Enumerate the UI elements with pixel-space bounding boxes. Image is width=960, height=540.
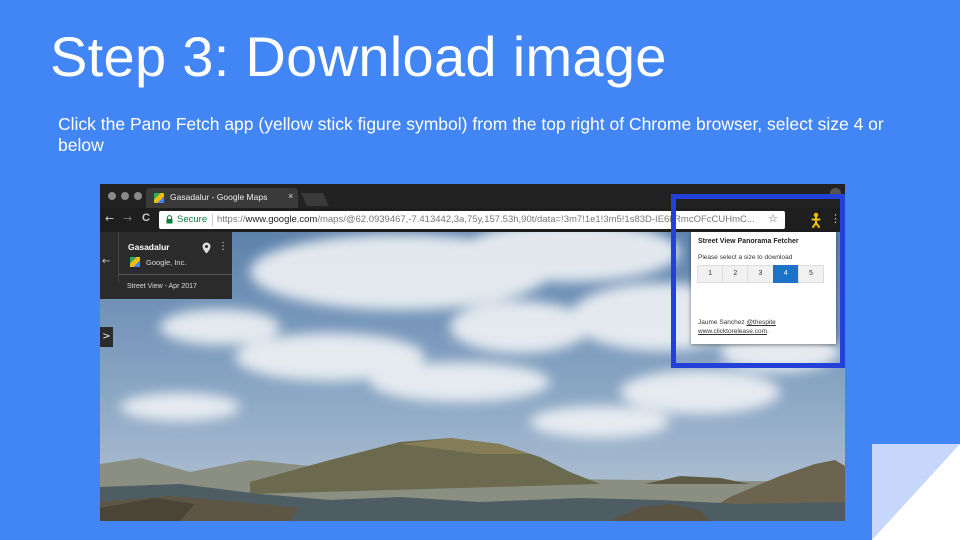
window-close-dot[interactable] bbox=[108, 192, 116, 200]
place-name: Gasadalur bbox=[128, 242, 170, 252]
window-zoom-dot[interactable] bbox=[134, 192, 142, 200]
secure-label: Secure bbox=[177, 214, 208, 225]
extension-highlight-box bbox=[671, 194, 845, 368]
slide-instruction: Click the Pano Fetch app (yellow stick f… bbox=[58, 114, 884, 155]
browser-tab[interactable]: Gasadalur - Google Maps × bbox=[146, 188, 298, 208]
window-minimize-dot[interactable] bbox=[121, 192, 129, 200]
google-maps-favicon-icon bbox=[154, 193, 164, 203]
map-pin-icon[interactable] bbox=[202, 242, 211, 254]
reload-button[interactable]: C bbox=[142, 212, 150, 224]
imagery-provider: Google, Inc. bbox=[146, 258, 187, 267]
back-to-map-button[interactable]: ← bbox=[102, 256, 110, 267]
street-view-date: Street View - Apr 2017 bbox=[127, 283, 197, 290]
back-button[interactable]: ← bbox=[105, 212, 114, 225]
forward-button[interactable]: → bbox=[123, 212, 132, 225]
lock-icon bbox=[166, 215, 173, 224]
google-maps-logo bbox=[130, 257, 140, 267]
slide-title: Step 3: Download image bbox=[50, 25, 667, 88]
page-corner-decoration bbox=[864, 444, 960, 540]
tab-close-button[interactable]: × bbox=[288, 191, 293, 201]
omnibox-separator bbox=[212, 214, 213, 226]
maps-place-card: ← Gasadalur Google, Inc. ⋮ Street View -… bbox=[100, 232, 232, 299]
card-menu-button[interactable]: ⋮ bbox=[218, 241, 228, 252]
expand-panel-button[interactable]: > bbox=[100, 327, 113, 347]
new-tab-button[interactable] bbox=[300, 193, 330, 206]
tab-title: Gasadalur - Google Maps bbox=[170, 192, 268, 202]
card-separator bbox=[118, 274, 232, 275]
